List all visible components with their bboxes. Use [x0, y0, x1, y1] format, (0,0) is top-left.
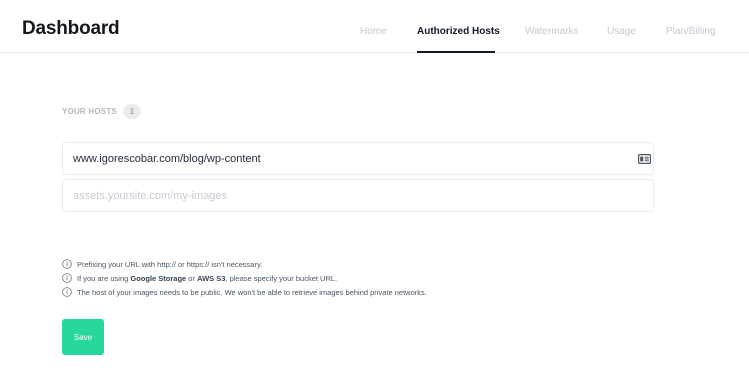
- note-text: The host of your images needs to be publ…: [77, 287, 427, 297]
- info-icon: [62, 273, 72, 283]
- host-value[interactable]: www.igorescobar.com/blog/wp-content: [73, 153, 261, 165]
- tab-home[interactable]: Home: [360, 26, 387, 37]
- new-host-input[interactable]: [63, 180, 653, 211]
- info-icon: [62, 287, 72, 297]
- info-icon: [62, 259, 72, 269]
- note-prefix: Prefixing your URL with http:// or https…: [62, 258, 262, 270]
- note-public: The host of your images needs to be publ…: [62, 286, 427, 298]
- note-text: Prefixing your URL with http:// or https…: [77, 259, 263, 269]
- note-text: If you are using Google Storage or AWS S…: [77, 273, 338, 283]
- tab-watermarks[interactable]: Watermarks: [525, 26, 579, 37]
- main-nav: Home Authorized Hosts Watermarks Usage P…: [0, 0, 749, 53]
- save-button[interactable]: Save: [62, 319, 104, 355]
- id-card-icon[interactable]: [638, 154, 651, 164]
- new-host-row: [62, 179, 654, 212]
- note-bucket: If you are using Google Storage or AWS S…: [62, 272, 337, 284]
- hosts-section-label: YOUR HOSTS: [62, 107, 117, 116]
- tab-usage[interactable]: Usage: [607, 26, 636, 37]
- active-tab-indicator: [417, 51, 495, 53]
- hosts-count-badge: 1: [123, 104, 141, 119]
- top-header: Dashboard Home Authorized Hosts Watermar…: [0, 0, 749, 53]
- host-row[interactable]: www.igorescobar.com/blog/wp-content: [62, 142, 654, 175]
- tab-plan-billing[interactable]: Plan/Billing: [666, 26, 715, 37]
- tab-authorized-hosts[interactable]: Authorized Hosts: [417, 26, 500, 37]
